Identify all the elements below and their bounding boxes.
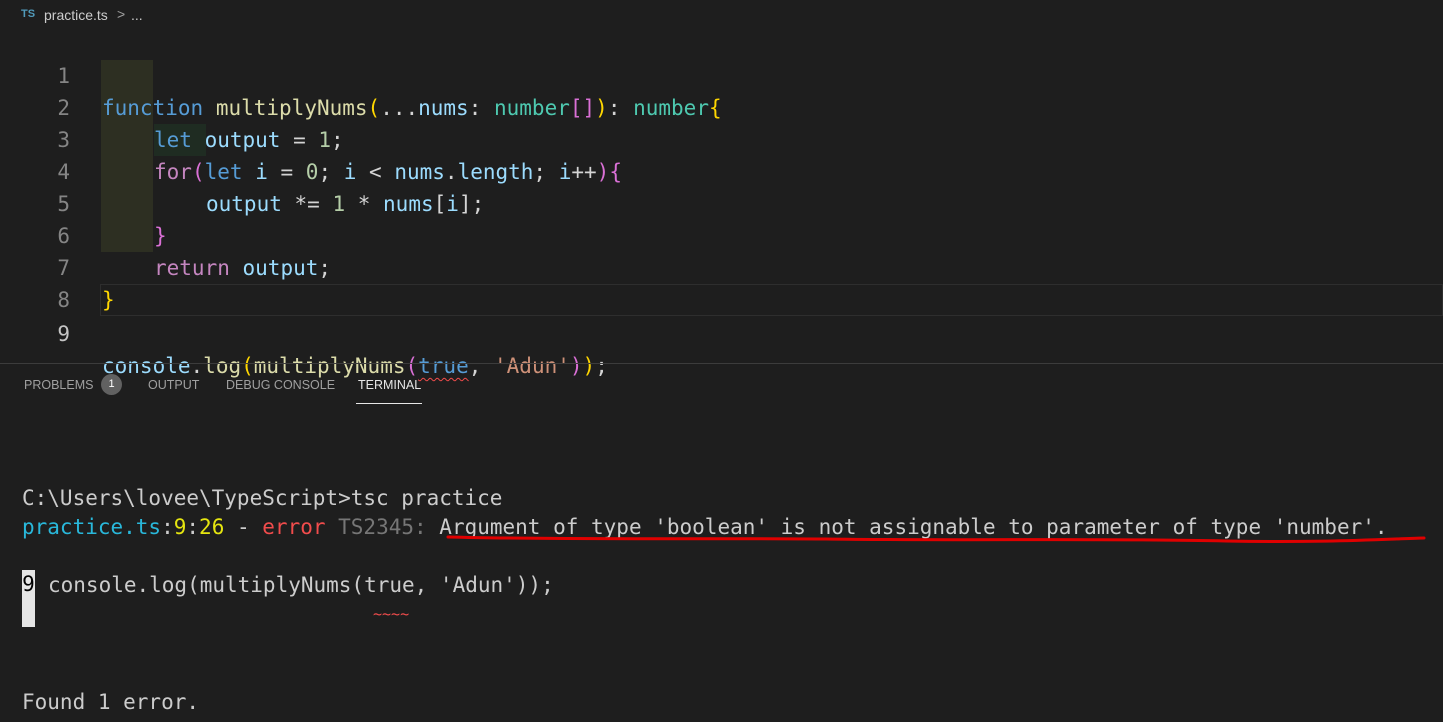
tab-debug-console[interactable]: DEBUG CONSOLE xyxy=(226,378,335,392)
terminal-prompt-line: C:\Users\lovee\TypeScript>tsc practice xyxy=(22,486,503,510)
code-line[interactable]: 6 return output; xyxy=(0,188,1443,280)
line-number: 9 xyxy=(57,322,70,346)
annotation-underline xyxy=(446,535,1426,544)
breadcrumb-symbols[interactable]: ... xyxy=(131,7,143,23)
breadcrumb-file[interactable]: practice.ts xyxy=(44,7,108,23)
code-line[interactable]: 5 } xyxy=(0,156,1443,248)
terminal-summary: Found 1 error. xyxy=(22,690,200,714)
code-line[interactable]: 1 function multiplyNums(...nums: number[… xyxy=(0,28,1443,120)
code-line[interactable]: 9 console.log(multiplyNums(true, 'Adun')… xyxy=(0,286,1443,378)
code-editor[interactable]: 1 function multiplyNums(...nums: number[… xyxy=(0,28,1443,378)
code-line[interactable]: 7 } xyxy=(0,220,1443,312)
panel-tabs: PROBLEMS OUTPUT DEBUG CONSOLE TERMINAL xyxy=(0,364,1443,404)
terminal-output[interactable]: C:\Users\lovee\TypeScript>tsc practice p… xyxy=(0,404,1443,722)
code-line[interactable]: 2 let output = 1; xyxy=(0,60,1443,152)
tab-problems[interactable]: PROBLEMS xyxy=(24,378,93,392)
terminal-squiggle: ~~~~ xyxy=(373,605,410,623)
terminal-line-number: 9 xyxy=(22,570,35,627)
breadcrumb: TS practice.ts > ... xyxy=(0,0,1443,30)
chevron-right-icon: > xyxy=(117,6,126,22)
tab-output[interactable]: OUTPUT xyxy=(148,378,199,392)
terminal-code-line: console.log(multiplyNums(true, 'Adun')); xyxy=(48,573,554,597)
code-line[interactable]: 8 xyxy=(0,252,1443,312)
code-line[interactable]: 4 output *= 1 * nums[i]; xyxy=(0,124,1443,216)
typescript-file-icon: TS xyxy=(21,8,36,20)
problems-count-badge: 1 xyxy=(101,374,122,395)
code-line[interactable]: 3 for(let i = 0; i < nums.length; i++){ xyxy=(0,92,1443,184)
tab-terminal[interactable]: TERMINAL xyxy=(358,378,421,392)
